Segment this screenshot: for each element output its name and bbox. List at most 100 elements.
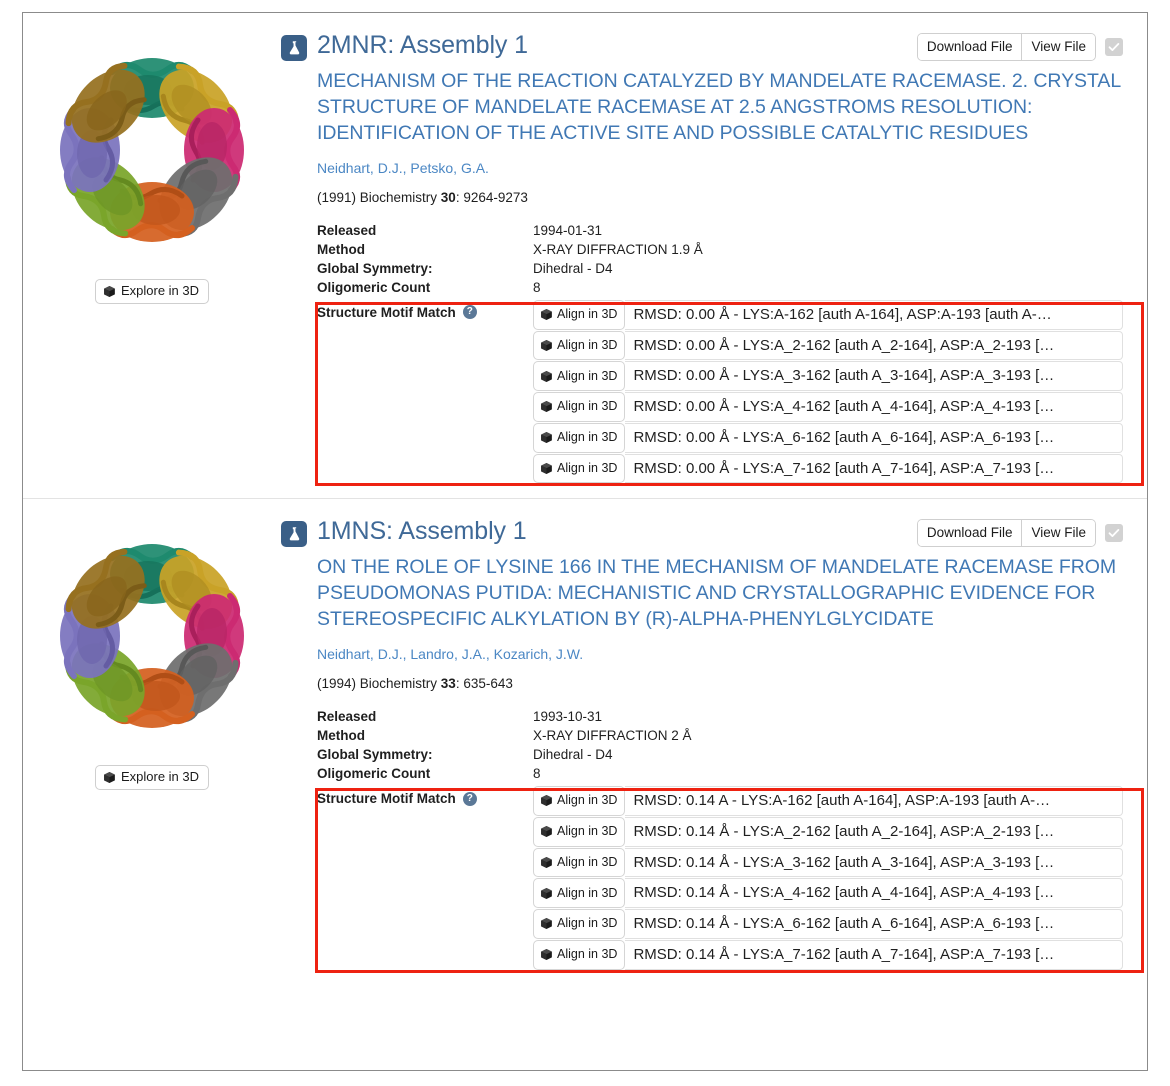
cube-icon	[540, 370, 553, 383]
metadata-table: Released 1993-10-31 Method X-RAY DIFFRAC…	[317, 707, 1123, 783]
align-in-3d-button[interactable]: Align in 3D	[533, 299, 626, 330]
table-row: Released 1994-01-31	[317, 221, 1123, 240]
result-content-column: 1MNS: Assembly 1 Download File View File…	[281, 511, 1147, 984]
help-icon[interactable]: ?	[462, 305, 477, 320]
list-item: Align in 3D RMSD: 0.00 Å - LYS:A-162 [au…	[533, 299, 1123, 330]
motif-match-description[interactable]: RMSD: 0.00 Å - LYS:A_7-162 [auth A_7-164…	[625, 453, 1123, 484]
view-file-button[interactable]: View File	[1021, 520, 1095, 546]
explore-in-3d-button[interactable]: Explore in 3D	[94, 279, 210, 304]
align-in-3d-button[interactable]: Align in 3D	[533, 847, 626, 878]
cube-icon	[103, 771, 116, 784]
align-in-3d-label: Align in 3D	[557, 824, 618, 839]
search-results-container: Explore in 3D 2MNR: Assembly 1 Download …	[22, 12, 1148, 1071]
table-row: Oligomeric Count 8	[317, 764, 1123, 783]
motif-match-description[interactable]: RMSD: 0.14 Å - LYS:A_4-162 [auth A_4-164…	[625, 878, 1123, 909]
entry-actions: Download File View File	[916, 33, 1123, 61]
list-item: Align in 3D RMSD: 0.00 Å - LYS:A_7-162 […	[533, 453, 1123, 484]
align-in-3d-button[interactable]: Align in 3D	[533, 361, 626, 392]
cube-icon	[103, 285, 116, 298]
result-content-column: 2MNR: Assembly 1 Download File View File…	[281, 25, 1147, 498]
motif-match-description[interactable]: RMSD: 0.14 Å - LYS:A_6-162 [auth A_6-164…	[625, 909, 1123, 939]
flask-icon	[281, 521, 307, 548]
structure-description-link[interactable]: MECHANISM OF THE REACTION CATALYZED BY M…	[317, 69, 1123, 147]
motif-match-description[interactable]: RMSD: 0.14 A - LYS:A-162 [auth A-164], A…	[625, 786, 1123, 816]
help-icon[interactable]: ?	[462, 791, 477, 806]
citation-prefix: (1994) Biochemistry	[317, 676, 441, 692]
cube-icon	[540, 431, 553, 444]
meta-key: Global Symmetry:	[317, 260, 433, 276]
citation: (1991) Biochemistry 30: 9264-9273	[317, 190, 1123, 205]
meta-value: X-RAY DIFFRACTION 1.9 Å	[533, 241, 703, 257]
align-in-3d-button[interactable]: Align in 3D	[533, 422, 626, 453]
download-file-button[interactable]: Download File	[917, 520, 1022, 546]
list-item: Align in 3D RMSD: 0.14 Å - LYS:A_2-162 […	[533, 816, 1123, 847]
motif-match-description[interactable]: RMSD: 0.00 Å - LYS:A-162 [auth A-164], A…	[625, 299, 1123, 330]
meta-value: 8	[533, 279, 541, 295]
meta-key: Released	[317, 709, 377, 725]
motif-label-text: Structure Motif Match	[317, 791, 456, 807]
page-root: Explore in 3D 2MNR: Assembly 1 Download …	[0, 0, 1170, 1086]
align-in-3d-button[interactable]: Align in 3D	[533, 330, 626, 361]
view-file-button[interactable]: View File	[1021, 34, 1095, 60]
align-in-3d-button[interactable]: Align in 3D	[533, 816, 626, 847]
meta-value: 1994-01-31	[533, 222, 603, 238]
list-item: Align in 3D RMSD: 0.14 Å - LYS:A_3-162 […	[533, 847, 1123, 878]
align-in-3d-label: Align in 3D	[557, 337, 618, 352]
cube-icon	[540, 339, 553, 352]
align-in-3d-button[interactable]: Align in 3D	[533, 939, 626, 970]
structure-thumbnail-column: Explore in 3D	[23, 25, 281, 498]
table-row: Global Symmetry: Dihedral - D4	[317, 745, 1123, 764]
structure-description-link[interactable]: ON THE ROLE OF LYSINE 166 IN THE MECHANI…	[317, 555, 1123, 633]
select-entry-checkbox[interactable]	[1105, 524, 1123, 543]
align-in-3d-button[interactable]: Align in 3D	[533, 909, 626, 939]
align-in-3d-label: Align in 3D	[557, 916, 618, 931]
entry-header: 1MNS: Assembly 1 Download File View File	[281, 515, 1123, 548]
meta-key: Released	[317, 222, 377, 238]
motif-match-description[interactable]: RMSD: 0.14 Å - LYS:A_3-162 [auth A_3-164…	[625, 847, 1123, 878]
select-entry-checkbox[interactable]	[1105, 37, 1123, 56]
motif-match-description[interactable]: RMSD: 0.00 Å - LYS:A_4-162 [auth A_4-164…	[625, 392, 1123, 422]
align-in-3d-button[interactable]: Align in 3D	[533, 786, 626, 816]
explore-in-3d-button[interactable]: Explore in 3D	[94, 765, 210, 791]
list-item: Align in 3D RMSD: 0.14 Å - LYS:A_4-162 […	[533, 878, 1123, 909]
list-item: Align in 3D RMSD: 0.00 Å - LYS:A_4-162 […	[533, 392, 1123, 422]
table-row: Released 1993-10-31	[317, 707, 1123, 726]
align-in-3d-button[interactable]: Align in 3D	[533, 392, 626, 422]
explore-in-3d-label: Explore in 3D	[120, 769, 200, 785]
authors-link[interactable]: Neidhart, D.J., Landro, J.A., Kozarich, …	[317, 646, 1123, 662]
motif-match-description[interactable]: RMSD: 0.14 Å - LYS:A_2-162 [auth A_2-164…	[625, 816, 1123, 847]
meta-value: Dihedral - D4	[533, 747, 613, 763]
list-item: Align in 3D RMSD: 0.00 Å - LYS:A_3-162 […	[533, 361, 1123, 392]
motif-match-description[interactable]: RMSD: 0.00 Å - LYS:A_6-162 [auth A_6-164…	[625, 422, 1123, 453]
entry-title-link[interactable]: 1MNS: Assembly 1	[317, 515, 907, 546]
motif-match-list: Align in 3D RMSD: 0.14 A - LYS:A-162 [au…	[533, 786, 1123, 970]
cube-icon	[540, 794, 553, 807]
align-in-3d-label: Align in 3D	[557, 430, 618, 445]
entry-title-link[interactable]: 2MNR: Assembly 1	[317, 29, 907, 60]
download-file-button[interactable]: Download File	[917, 34, 1022, 60]
cube-icon	[540, 400, 553, 413]
structure-motif-match-label: Structure Motif Match ?	[317, 786, 533, 806]
motif-match-description[interactable]: RMSD: 0.14 Å - LYS:A_7-162 [auth A_7-164…	[625, 939, 1123, 970]
table-row: Method X-RAY DIFFRACTION 1.9 Å	[317, 240, 1123, 259]
align-in-3d-button[interactable]: Align in 3D	[533, 878, 626, 909]
citation-suffix: : 635-643	[455, 676, 513, 692]
structure-thumbnail-column: Explore in 3D	[23, 511, 281, 984]
motif-match-description[interactable]: RMSD: 0.00 Å - LYS:A_2-162 [auth A_2-164…	[625, 330, 1123, 361]
motif-match-description[interactable]: RMSD: 0.00 Å - LYS:A_3-162 [auth A_3-164…	[625, 361, 1123, 392]
align-in-3d-label: Align in 3D	[557, 368, 618, 383]
flask-icon	[281, 35, 307, 61]
structure-thumbnail-image	[45, 31, 259, 269]
meta-value: 1993-10-31	[533, 709, 603, 725]
align-in-3d-button[interactable]: Align in 3D	[533, 453, 626, 484]
result-entry: Explore in 3D 1MNS: Assembly 1 Download …	[23, 498, 1147, 984]
cube-icon	[540, 948, 553, 961]
align-in-3d-label: Align in 3D	[557, 399, 618, 414]
entry-actions: Download File View File	[916, 519, 1123, 547]
authors-link[interactable]: Neidhart, D.J., Petsko, G.A.	[317, 160, 1123, 176]
align-in-3d-label: Align in 3D	[557, 793, 618, 808]
file-actions-group: Download File View File	[916, 519, 1096, 547]
table-row: Oligomeric Count 8	[317, 278, 1123, 297]
result-entry: Explore in 3D 2MNR: Assembly 1 Download …	[23, 13, 1147, 498]
meta-key: Global Symmetry:	[317, 747, 433, 763]
